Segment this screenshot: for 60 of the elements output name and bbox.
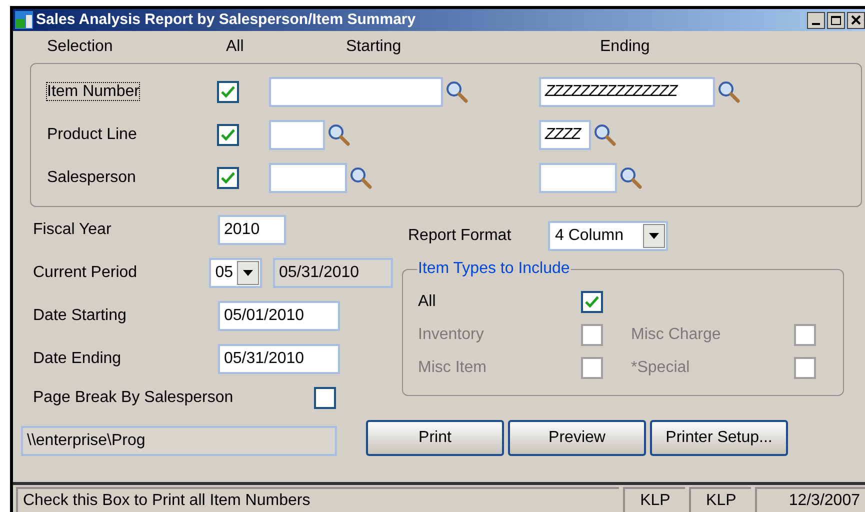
app-icon	[15, 11, 33, 29]
input-field[interactable]: 2010	[218, 215, 286, 245]
magnifier-icon[interactable]	[349, 166, 373, 190]
starting-field[interactable]	[269, 163, 347, 193]
column-header: Selection	[47, 37, 114, 57]
input-field[interactable]: 05/01/2010	[218, 301, 340, 331]
group-title: Item Types to Include	[417, 259, 571, 279]
minimize-button[interactable]	[807, 12, 825, 28]
column-header: All	[226, 37, 245, 57]
magnifier-icon[interactable]	[445, 80, 469, 104]
field-label: Page Break By Salesperson	[33, 388, 234, 408]
checkbox[interactable]	[217, 81, 239, 103]
ending-field[interactable]	[539, 163, 617, 193]
check-icon	[221, 86, 235, 98]
ending-field[interactable]: ZZZZ	[539, 120, 591, 150]
close-icon	[851, 15, 861, 25]
input-field[interactable]: 05/31/2010	[218, 344, 340, 374]
magnifier-icon[interactable]	[327, 123, 351, 147]
ending-field[interactable]: ZZZZZZZZZZZZZZZ	[539, 77, 715, 107]
field-label: Report Format	[408, 226, 512, 246]
check-icon	[585, 296, 599, 308]
column-header: Starting	[346, 37, 402, 57]
checkbox-label: *Special	[631, 358, 691, 378]
magnifier-icon[interactable]	[619, 166, 643, 190]
column-header: Ending	[600, 37, 650, 57]
window-title: Sales Analysis Report by Salesperson/Item Summary	[36, 10, 416, 30]
field-label: Current Period	[33, 263, 138, 283]
checkbox-label: All	[418, 292, 437, 312]
checkbox[interactable]	[217, 124, 239, 146]
starting-field[interactable]	[269, 120, 325, 150]
row-label: Product Line	[47, 125, 138, 145]
field-label: Fiscal Year	[33, 220, 112, 240]
checkbox[interactable]	[581, 291, 603, 313]
row-label: Item Number	[47, 82, 140, 102]
maximize-button[interactable]	[827, 12, 845, 28]
row-label: Salesperson	[47, 168, 137, 188]
status-bar-cell: KLP	[689, 487, 752, 512]
magnifier-icon[interactable]	[593, 123, 617, 147]
status-bar-cell: Check this Box to Print all Item Numbers	[16, 487, 620, 512]
dialog-button[interactable]: Print	[366, 420, 504, 456]
checkbox[interactable]	[217, 167, 239, 189]
magnifier-icon[interactable]	[717, 80, 741, 104]
checkbox-label: Misc Item	[418, 358, 488, 378]
field-label: Date Starting	[33, 306, 128, 326]
checkbox-label: Misc Charge	[631, 325, 722, 345]
status-bar-cell: KLP	[623, 487, 686, 512]
check-icon	[221, 129, 235, 141]
close-button[interactable]	[847, 12, 865, 28]
dialog-button[interactable]: Preview	[508, 420, 646, 456]
dialog-button[interactable]: Printer Setup...	[650, 420, 788, 456]
path-field[interactable]: \\enterprise\Prog	[21, 426, 337, 456]
checkbox[interactable]	[314, 387, 336, 409]
check-icon	[221, 172, 235, 184]
checkbox-label: Inventory	[418, 325, 485, 345]
period-dropdown[interactable]: 05	[209, 258, 262, 288]
field-label: Date Ending	[33, 349, 122, 369]
period-date-field[interactable]: 05/31/2010	[273, 258, 393, 288]
starting-field[interactable]	[269, 77, 443, 107]
report-format-dropdown[interactable]: 4 Column	[548, 221, 668, 251]
status-bar-cell: 12/3/2007	[755, 487, 865, 512]
